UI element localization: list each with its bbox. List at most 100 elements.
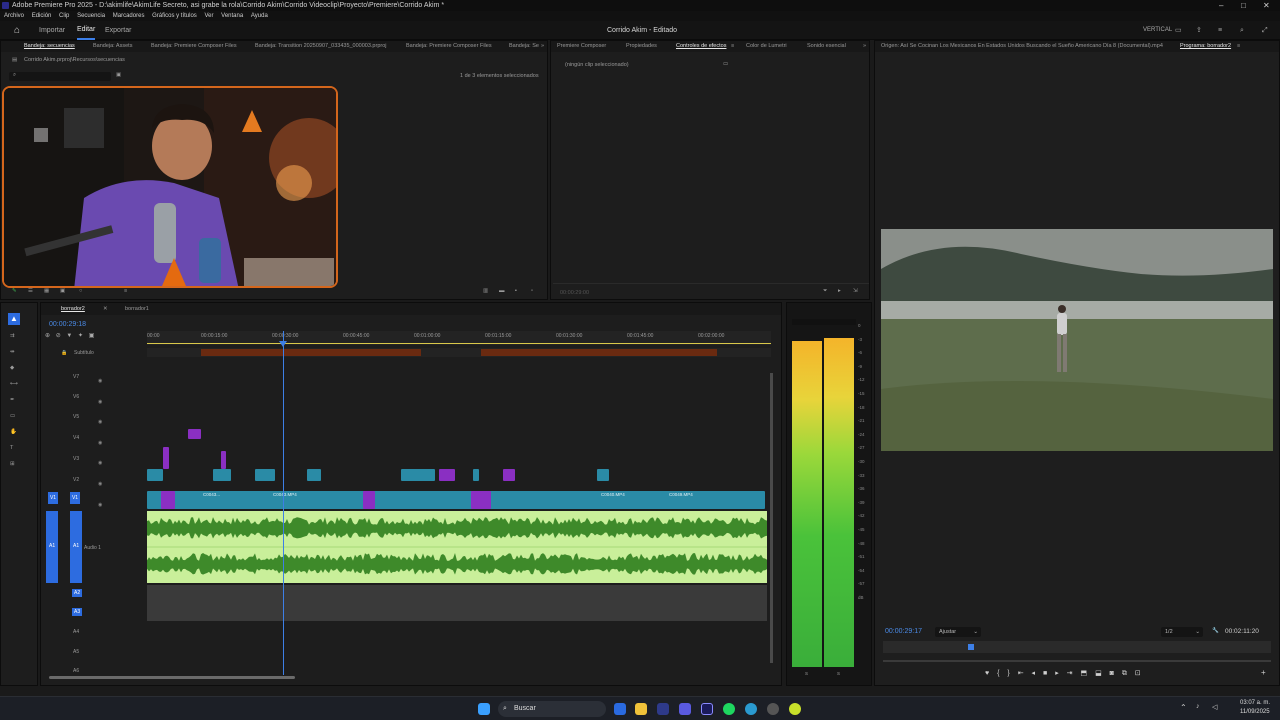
eye-icon[interactable]: ◉ [98, 433, 106, 454]
adjustment-clip[interactable] [363, 491, 375, 509]
video-clip-v2[interactable] [307, 469, 321, 481]
menu-archivo[interactable]: Archivo [4, 13, 24, 19]
playhead[interactable] [283, 331, 284, 675]
subtitle-clip[interactable] [481, 349, 717, 356]
video-clip-v2[interactable] [597, 469, 609, 481]
workspace-vertical[interactable]: VERTICAL [1143, 21, 1172, 40]
taskbar-time[interactable]: 03:07 a. m. [1240, 700, 1270, 706]
app-icon[interactable] [767, 703, 779, 715]
sort-icon[interactable]: ≡ [124, 288, 127, 294]
share-icon[interactable]: ⇪ [1196, 21, 1202, 40]
monitor-current-time[interactable]: 00:00:29:17 [885, 628, 922, 635]
list-view-icon[interactable]: ☰ [28, 288, 33, 294]
compare-icon[interactable]: ⧉ [1122, 670, 1127, 677]
new-item-icon[interactable]: ▪ [515, 288, 517, 294]
teams-icon[interactable] [679, 703, 691, 715]
tab-propiedades[interactable]: Propiedades [626, 41, 657, 52]
time-ruler[interactable]: 00:00 00:00:15:00 00:00:30:00 00:00:45:0… [147, 331, 771, 345]
mark-in-icon[interactable]: { [997, 670, 999, 677]
marker-add-icon[interactable]: ▼ [66, 333, 72, 339]
horizontal-scrollbar[interactable] [49, 676, 295, 679]
track-a5[interactable]: A5 [73, 649, 79, 655]
adjustment-clip[interactable] [221, 451, 226, 469]
icon-view-icon[interactable]: ▦ [44, 288, 49, 294]
adjustment-clip[interactable] [188, 429, 201, 439]
tray-chevron-icon[interactable]: ⌃ [1180, 703, 1187, 712]
track-select-icon[interactable]: ⇉ [10, 333, 15, 339]
tab-source[interactable]: Origen: Así Se Cocinan Los Mexicanos En … [881, 41, 1163, 52]
timeline-view-icon[interactable]: ▭ [723, 61, 728, 67]
lightroom-icon[interactable] [657, 703, 669, 715]
add-marker-icon[interactable]: ♥ [985, 670, 989, 677]
trash-icon[interactable]: ▫ [531, 288, 533, 294]
camera-icon[interactable]: ◙ [1110, 670, 1114, 677]
copilot-icon[interactable] [614, 703, 626, 715]
track-v4[interactable]: V4 [73, 435, 79, 441]
lift-icon[interactable]: ⬒ [1080, 670, 1087, 677]
captions-icon[interactable]: ▣ [89, 333, 95, 339]
more-tabs-icon[interactable]: » [541, 41, 544, 52]
app-icon-2[interactable] [789, 703, 801, 715]
project-search-input[interactable]: ⌕ [9, 72, 111, 81]
wrench-icon[interactable]: 🔧 [1212, 628, 1219, 634]
panel-toggle-icon[interactable]: ▭ [1175, 21, 1182, 40]
selection-tool-icon[interactable]: ▲ [8, 313, 20, 325]
step-back-icon[interactable]: ◂ [1032, 670, 1036, 677]
subtitle-clip[interactable] [201, 349, 421, 356]
find-icon[interactable]: ▬ [499, 288, 505, 294]
lock-icon[interactable]: 🔒 [61, 350, 67, 356]
tab-importar[interactable]: Importar [39, 21, 65, 40]
spotify-icon[interactable] [723, 703, 735, 715]
type-icon[interactable]: T [10, 445, 13, 451]
adjustment-clip[interactable] [471, 491, 491, 509]
track-a2[interactable]: A2 [72, 589, 83, 597]
tab-program[interactable]: Programa: borrador2 [1180, 41, 1231, 52]
caption-icon[interactable]: ⊞ [10, 461, 15, 467]
mic-icon[interactable]: ♪ [1196, 703, 1200, 710]
snap-icon[interactable]: ⊕ [45, 333, 50, 339]
more-tabs-icon[interactable]: » [863, 41, 866, 52]
adjustment-clip[interactable] [503, 469, 515, 481]
menu-marcadores[interactable]: Marcadores [113, 13, 145, 19]
work-area-bar[interactable] [147, 343, 771, 344]
video-clip-v2[interactable] [147, 469, 163, 481]
search-icon[interactable]: ⌕ [1240, 21, 1244, 40]
slip-icon[interactable]: ⟷ [10, 381, 18, 387]
linked-icon[interactable]: ⊘ [56, 333, 61, 339]
monitor-scrubber[interactable] [883, 641, 1271, 653]
eye-icon[interactable]: ◉ [98, 412, 106, 433]
taskbar-search[interactable]: ⌕ Buscar [498, 701, 606, 717]
maximize-icon[interactable]: □ [1241, 0, 1246, 11]
menu-ayuda[interactable]: Ayuda [251, 13, 268, 19]
speaker-icon[interactable]: ◁ [1212, 703, 1217, 711]
eye-icon[interactable]: ◉ [98, 474, 106, 495]
track-v1[interactable]: V1 [70, 492, 80, 504]
tab-bandeja-composer[interactable]: Bandeja: Premiere Composer Files [151, 41, 237, 52]
menu-clip[interactable]: Clip [59, 13, 69, 19]
track-v6[interactable]: V6 [73, 394, 79, 400]
home-icon[interactable]: ⌂ [14, 21, 20, 40]
eye-icon[interactable]: ◉ [98, 495, 106, 516]
tab-bandeja-composer-2[interactable]: Bandeja: Premiere Composer Files [406, 41, 492, 52]
automate-icon[interactable]: ▥ [483, 288, 488, 294]
go-to-in-icon[interactable]: ⇤ [1018, 670, 1024, 677]
tab-bandeja-secuencias[interactable]: Bandeja: secuencias [24, 41, 75, 52]
wrench-icon[interactable]: ✦ [78, 333, 83, 339]
audio-clip-a1[interactable] [147, 511, 767, 583]
go-to-out-icon[interactable]: ⇥ [1067, 670, 1073, 677]
stop-icon[interactable]: ■ [1043, 670, 1047, 677]
track-v3[interactable]: V3 [73, 456, 79, 462]
freeform-view-icon[interactable]: ▣ [60, 288, 65, 294]
new-bin-icon[interactable]: ▣ [116, 72, 121, 78]
vertical-scrollbar[interactable] [770, 373, 773, 663]
export-icon[interactable]: ⇲ [853, 288, 858, 294]
mark-out-icon[interactable]: } [1007, 670, 1009, 677]
tab-menu-icon[interactable]: ≡ [1237, 41, 1240, 52]
minimize-icon[interactable]: – [1219, 0, 1223, 11]
zoom-slider-handle[interactable]: ○ [79, 288, 82, 294]
tab-premiere-composer[interactable]: Premiere Composer [557, 41, 606, 52]
premiere-taskbar-icon[interactable] [701, 703, 713, 715]
adjustment-clip[interactable] [439, 469, 455, 481]
explorer-icon[interactable] [635, 703, 647, 715]
tab-borrador1[interactable]: borrador1 [125, 303, 149, 315]
